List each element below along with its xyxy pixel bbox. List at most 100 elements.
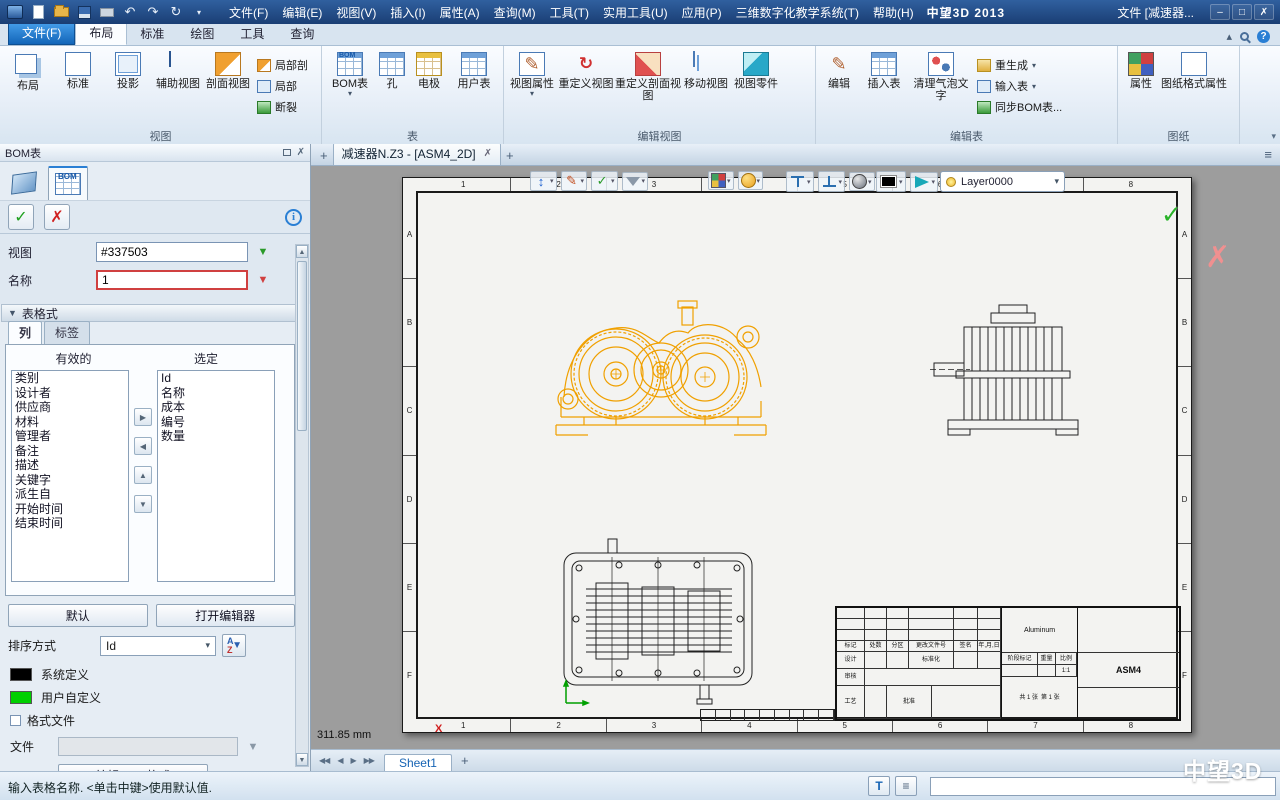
sort-dropdown-arrow[interactable]: ▾: [205, 640, 210, 651]
help-icon[interactable]: ?: [1257, 30, 1270, 43]
input-mode-icon[interactable]: T: [868, 776, 890, 796]
electrode-table-button[interactable]: 电极: [409, 49, 449, 90]
send-to-layer-icon[interactable]: [910, 172, 939, 192]
open-editor-button[interactable]: 打开编辑器: [156, 604, 296, 627]
add-document-tab-button[interactable]: +: [501, 148, 519, 165]
view-input[interactable]: [96, 242, 248, 262]
tab-standard[interactable]: 标准: [127, 23, 177, 45]
layer-visibility-icon[interactable]: [946, 177, 956, 187]
move-down-button[interactable]: ▼: [134, 495, 152, 513]
available-list-item[interactable]: 派生自: [12, 487, 128, 502]
menu-item[interactable]: 视图(V): [329, 4, 383, 21]
color-palette-icon[interactable]: [738, 171, 764, 190]
last-sheet-icon[interactable]: ▶▶: [360, 756, 378, 765]
scrollbar-thumb[interactable]: [297, 261, 307, 431]
available-list-item[interactable]: 供应商: [12, 400, 128, 415]
tab-inquire[interactable]: 查询: [277, 23, 327, 45]
redo-icon[interactable]: ↷: [143, 3, 163, 21]
selected-list-item[interactable]: 成本: [158, 400, 274, 415]
local-section-button[interactable]: 局部剖: [257, 57, 308, 73]
available-list-item[interactable]: 类别: [12, 371, 128, 386]
verify-icon[interactable]: ✓: [591, 171, 618, 191]
regen-table-button[interactable]: 重生成 ▾: [977, 57, 1062, 73]
sheet-attributes-button[interactable]: 属性: [1121, 49, 1161, 90]
sort-dropdown[interactable]: Id ▾: [100, 636, 216, 656]
regen-icon[interactable]: ↻: [166, 3, 186, 21]
selected-list-item[interactable]: 名称: [158, 386, 274, 401]
local-button[interactable]: 局部: [257, 78, 308, 94]
info-icon[interactable]: i: [285, 209, 302, 226]
shade-mode-icon[interactable]: [849, 172, 875, 191]
tab-columns[interactable]: 列: [8, 321, 42, 344]
selected-list-item[interactable]: 数量: [158, 429, 274, 444]
file-input[interactable]: [58, 737, 238, 756]
user-table-button[interactable]: 用户表: [449, 49, 499, 90]
pick-name-icon[interactable]: ▼: [254, 274, 272, 286]
align-top-icon[interactable]: [818, 171, 846, 192]
close-icon[interactable]: ✗: [1254, 4, 1274, 20]
menu-item[interactable]: 查询(M): [487, 4, 543, 21]
menu-item[interactable]: 文件(F): [222, 4, 275, 21]
available-list-item[interactable]: 开始时间: [12, 502, 128, 517]
remove-column-button[interactable]: ◀: [134, 437, 152, 455]
minimize-icon[interactable]: –: [1210, 4, 1230, 20]
section-view-button[interactable]: 剖面视图: [203, 49, 253, 90]
available-list-item[interactable]: 管理者: [12, 429, 128, 444]
view-attributes-button[interactable]: ✎ 视图属性: [507, 49, 557, 97]
bom-table-button[interactable]: BOM表: [325, 49, 375, 97]
layer-dropdown-arrow[interactable]: ▾: [1054, 176, 1059, 187]
app-icon[interactable]: [5, 3, 25, 21]
filter-icon[interactable]: [622, 172, 649, 191]
list-mode-icon[interactable]: ≡: [895, 776, 917, 796]
new-file-icon[interactable]: [28, 3, 48, 21]
selected-list[interactable]: Id名称成本编号数量: [157, 370, 275, 582]
add-column-button[interactable]: ▶: [134, 408, 152, 426]
search-icon[interactable]: [1240, 32, 1249, 41]
browse-file-icon[interactable]: ▼: [244, 741, 262, 753]
table-format-section-header[interactable]: ▼ 表格式: [1, 304, 309, 322]
format-file-checkbox[interactable]: [10, 715, 21, 726]
view-orient-icon[interactable]: ↕: [530, 171, 557, 191]
prev-sheet-icon[interactable]: ◀: [333, 756, 346, 765]
sheet-format-button[interactable]: 图纸格式属性: [1161, 49, 1227, 90]
available-list-item[interactable]: 材料: [12, 415, 128, 430]
hatch-pattern-icon[interactable]: [708, 171, 734, 190]
projection-button[interactable]: 投影: [103, 49, 153, 90]
view-part-button[interactable]: 视图零件: [731, 49, 781, 90]
bom-tool-tab[interactable]: [48, 166, 88, 200]
available-list-item[interactable]: 结束时间: [12, 516, 128, 531]
dock-icon[interactable]: +: [315, 148, 333, 165]
ribbon-options-icon[interactable]: ▾: [1271, 131, 1276, 142]
menu-item[interactable]: 插入(I): [383, 4, 432, 21]
menu-item[interactable]: 实用工具(U): [596, 4, 675, 21]
menu-item[interactable]: 编辑(E): [275, 4, 329, 21]
tab-file[interactable]: 文件(F): [8, 21, 75, 45]
style-brush-icon[interactable]: ✎: [561, 171, 588, 191]
selected-list-item[interactable]: 编号: [158, 415, 274, 430]
edit-table-button[interactable]: ✎ 编辑: [819, 49, 859, 90]
sheet-tab[interactable]: Sheet1: [384, 754, 452, 772]
undo-icon[interactable]: ↶: [120, 3, 140, 21]
available-list-item[interactable]: 关键字: [12, 473, 128, 488]
panel-close-icon[interactable]: ✗: [297, 148, 305, 158]
confirm-ok-icon[interactable]: ✓: [1161, 200, 1182, 230]
first-sheet-icon[interactable]: ◀◀: [315, 756, 333, 765]
ok-button[interactable]: ✓: [8, 204, 34, 230]
open-file-icon[interactable]: [51, 3, 71, 21]
selected-list-item[interactable]: Id: [158, 371, 274, 386]
menu-item[interactable]: 工具(T): [543, 4, 596, 21]
tab-list-icon[interactable]: ≡: [1256, 147, 1280, 165]
next-sheet-icon[interactable]: ▶: [346, 756, 359, 765]
auxiliary-view-button[interactable]: 辅助视图: [153, 49, 203, 90]
qat-dropdown-icon[interactable]: ▾: [189, 3, 209, 21]
available-list-item[interactable]: 备注: [12, 444, 128, 459]
align-bottom-icon[interactable]: [786, 171, 814, 192]
insert-table-button[interactable]: 插入表: [859, 49, 909, 90]
add-sheet-button[interactable]: +: [454, 753, 476, 768]
print-icon[interactable]: [97, 3, 117, 21]
panel-scrollbar[interactable]: ▲ ▼: [295, 244, 309, 767]
tab-layout[interactable]: 布局: [75, 21, 127, 45]
confirm-cancel-icon[interactable]: ✗: [1205, 240, 1230, 275]
tab-drawing[interactable]: 绘图: [177, 23, 227, 45]
default-button[interactable]: 默认: [8, 604, 148, 627]
